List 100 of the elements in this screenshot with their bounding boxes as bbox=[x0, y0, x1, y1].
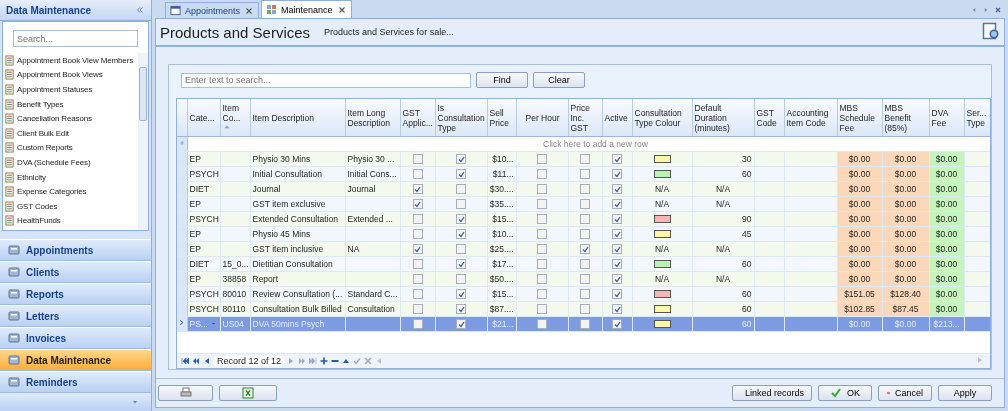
nav-button[interactable]: Reports bbox=[0, 283, 151, 305]
scroll-right-icon[interactable] bbox=[976, 356, 984, 364]
checkbox[interactable] bbox=[537, 259, 547, 270]
checkbox[interactable] bbox=[537, 289, 547, 300]
checkbox[interactable] bbox=[412, 184, 423, 195]
checkbox[interactable] bbox=[580, 304, 590, 315]
sidebar-item[interactable]: GST Codes bbox=[17, 201, 58, 211]
nav-button[interactable]: Letters bbox=[0, 305, 151, 327]
checkbox[interactable] bbox=[412, 274, 423, 285]
checkbox[interactable] bbox=[412, 214, 423, 225]
checkbox[interactable] bbox=[412, 199, 423, 210]
checkbox[interactable] bbox=[412, 304, 423, 315]
checkbox[interactable] bbox=[456, 259, 466, 270]
next-page-icon[interactable] bbox=[298, 357, 307, 365]
checkbox[interactable] bbox=[456, 169, 466, 180]
nav-button[interactable]: Data Maintenance bbox=[0, 349, 151, 371]
sidebar-item[interactable]: Appointment Book View Members bbox=[17, 55, 133, 65]
nav-button[interactable]: Appointments bbox=[0, 239, 151, 261]
tab[interactable]: Maintenance bbox=[261, 0, 352, 18]
checkbox[interactable] bbox=[456, 289, 466, 300]
first-icon[interactable] bbox=[181, 357, 189, 365]
checkbox[interactable] bbox=[537, 274, 547, 285]
checkbox[interactable] bbox=[612, 229, 622, 240]
checkbox[interactable] bbox=[456, 214, 466, 225]
checkbox[interactable] bbox=[456, 319, 466, 330]
export-button[interactable] bbox=[219, 385, 277, 401]
sidebar-item[interactable]: Client Bulk Edit bbox=[17, 128, 69, 138]
up-icon[interactable] bbox=[342, 357, 351, 365]
scroll-left-icon[interactable] bbox=[375, 357, 384, 365]
checkbox[interactable] bbox=[580, 229, 590, 240]
previous-icon[interactable] bbox=[203, 357, 211, 365]
checkbox[interactable] bbox=[612, 259, 622, 270]
sidebar-item[interactable]: DVA (Schedule Fees) bbox=[17, 157, 91, 167]
footer-button[interactable]: OK bbox=[818, 385, 872, 401]
checkbox[interactable] bbox=[580, 274, 590, 285]
checkbox[interactable] bbox=[456, 184, 466, 195]
sidebar-item[interactable]: Cancellation Reasons bbox=[17, 114, 92, 124]
check-icon[interactable] bbox=[353, 357, 362, 365]
checkbox[interactable] bbox=[537, 244, 547, 255]
tab[interactable]: Appointments bbox=[165, 2, 260, 18]
nav-button[interactable]: Clients bbox=[0, 261, 151, 283]
checkbox[interactable] bbox=[456, 229, 466, 240]
checkbox[interactable] bbox=[580, 319, 590, 330]
checkbox[interactable] bbox=[456, 154, 466, 165]
checkbox[interactable] bbox=[412, 259, 423, 270]
checkbox[interactable] bbox=[456, 304, 466, 315]
checkbox[interactable] bbox=[537, 199, 547, 210]
checkbox[interactable] bbox=[580, 154, 590, 165]
checkbox[interactable] bbox=[412, 169, 423, 180]
checkbox[interactable] bbox=[537, 214, 547, 225]
checkbox[interactable] bbox=[456, 274, 466, 285]
checkbox[interactable] bbox=[612, 169, 622, 180]
footer-button[interactable]: Linked records bbox=[732, 385, 812, 401]
checkbox[interactable] bbox=[456, 244, 466, 255]
checkbox[interactable] bbox=[612, 289, 622, 300]
checkbox[interactable] bbox=[612, 199, 622, 210]
sidebar-item[interactable]: Appointment Statuses bbox=[17, 85, 93, 94]
checkbox[interactable] bbox=[580, 184, 590, 195]
nav-button[interactable]: Invoices bbox=[0, 327, 151, 349]
checkbox[interactable] bbox=[612, 184, 622, 195]
print-button[interactable] bbox=[158, 385, 213, 401]
checkbox[interactable] bbox=[580, 289, 590, 300]
sidebar-item[interactable]: Benefit Types bbox=[17, 99, 64, 109]
footer-button[interactable]: Apply bbox=[938, 385, 992, 401]
cancel-icon[interactable] bbox=[364, 357, 373, 365]
checkbox[interactable] bbox=[412, 289, 423, 300]
checkbox[interactable] bbox=[412, 319, 423, 330]
checkbox[interactable] bbox=[580, 199, 590, 210]
checkbox[interactable] bbox=[537, 229, 547, 240]
checkbox[interactable] bbox=[580, 259, 590, 270]
add-icon[interactable] bbox=[320, 357, 329, 365]
sidebar-item[interactable]: Custom Reports bbox=[17, 143, 73, 153]
search-field[interactable]: Search... bbox=[13, 30, 138, 47]
checkbox[interactable] bbox=[612, 274, 622, 285]
checkbox[interactable] bbox=[612, 244, 622, 255]
checkbox[interactable] bbox=[612, 154, 622, 165]
sidebar-item[interactable]: Ethnicity bbox=[17, 172, 46, 182]
new-row-prompt[interactable]: Click here to add a new row bbox=[543, 138, 648, 149]
checkbox[interactable] bbox=[612, 214, 622, 225]
nav-button[interactable]: Reminders bbox=[0, 371, 151, 393]
previous-page-icon[interactable] bbox=[192, 357, 200, 365]
scrollbar[interactable] bbox=[138, 53, 148, 230]
checkbox[interactable] bbox=[537, 304, 547, 315]
search-button[interactable]: Clear bbox=[533, 72, 585, 88]
checkbox[interactable] bbox=[580, 244, 590, 255]
checkbox[interactable] bbox=[537, 319, 547, 330]
checkbox[interactable] bbox=[537, 154, 547, 165]
search-field[interactable]: Enter text to search... bbox=[181, 72, 471, 88]
checkbox[interactable] bbox=[580, 169, 590, 180]
sidebar-item[interactable]: Appointment Book Views bbox=[17, 70, 103, 80]
checkbox[interactable] bbox=[412, 229, 423, 240]
checkbox[interactable] bbox=[412, 244, 423, 255]
checkbox[interactable] bbox=[537, 169, 547, 180]
checkbox[interactable] bbox=[580, 214, 590, 225]
search-button[interactable]: Find bbox=[476, 72, 528, 88]
checkbox[interactable] bbox=[412, 154, 423, 165]
remove-icon[interactable] bbox=[331, 357, 340, 365]
footer-button[interactable]: Cancel bbox=[878, 385, 932, 401]
checkbox[interactable] bbox=[612, 319, 622, 330]
sidebar-item[interactable]: Expense Categories bbox=[17, 187, 87, 197]
